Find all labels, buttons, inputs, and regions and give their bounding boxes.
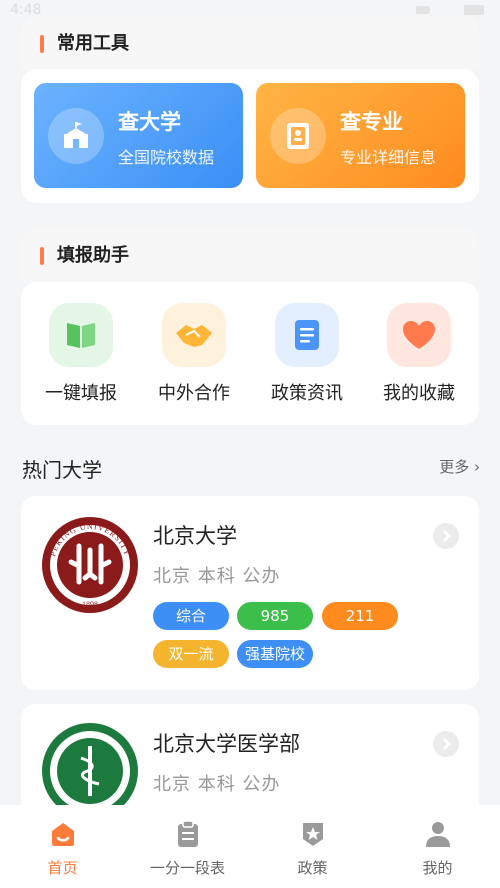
tag-badge: 双一流 [153, 640, 229, 668]
bottom-tab-bar: 首页 一分一段表 政策 我的 [0, 805, 500, 888]
tab-policy[interactable]: 政策 [250, 805, 375, 888]
tab-label: 我的 [422, 859, 453, 877]
peking-university-logo: PEKING UNIVERSITY 1898 [41, 516, 139, 614]
book-open-icon [49, 303, 113, 367]
document-icon [275, 303, 339, 367]
section-accent-bar [40, 35, 44, 53]
assistant-header: 填报助手 [21, 228, 479, 282]
school-icon [48, 108, 104, 164]
home-icon [52, 823, 74, 846]
tab-label: 政策 [297, 859, 328, 877]
status-icons [416, 5, 484, 15]
tab-home[interactable]: 首页 [0, 805, 125, 888]
tag-badge: 强基院校 [237, 640, 313, 668]
tool-subtitle: 专业详细信息 [340, 148, 437, 167]
book-icon [270, 108, 326, 164]
assist-label: 我的收藏 [383, 383, 455, 404]
policy-news-button[interactable]: 政策资讯 [252, 303, 362, 413]
assistant-title: 填报助手 [57, 245, 129, 266]
tab-label: 首页 [47, 859, 78, 877]
university-name: 北京大学 [153, 524, 237, 548]
assist-label: 中外合作 [158, 383, 230, 404]
tag-badge: 985 [237, 602, 313, 630]
hot-universities-title: 热门大学 [22, 458, 102, 482]
heart-icon [387, 303, 451, 367]
handshake-icon [162, 303, 226, 367]
tag-badge: 综合 [153, 602, 229, 630]
university-name: 北京大学医学部 [153, 732, 300, 756]
clipboard-icon [178, 820, 198, 847]
section-accent-bar [40, 247, 44, 265]
tag-badge: 211 [322, 602, 398, 630]
chevron-right-icon[interactable] [433, 523, 459, 549]
more-link[interactable]: 更多 › [439, 456, 480, 477]
find-major-button[interactable]: 查专业 专业详细信息 [256, 83, 465, 188]
tab-mine[interactable]: 我的 [375, 805, 500, 888]
find-university-button[interactable]: 查大学 全国院校数据 [34, 83, 243, 188]
tool-title: 查大学 [118, 110, 181, 134]
one-click-fill-button[interactable]: 一键填报 [26, 303, 136, 413]
assist-label: 政策资讯 [271, 383, 343, 404]
chevron-right-icon[interactable] [433, 731, 459, 757]
badge-star-icon [303, 823, 323, 846]
tools-title: 常用工具 [57, 33, 129, 54]
logo-year: 1898 [82, 600, 98, 609]
user-icon [426, 822, 450, 847]
tool-title: 查专业 [340, 110, 403, 134]
tools-header: 常用工具 [21, 16, 479, 70]
university-meta: 北京 本科 公办 [153, 566, 281, 587]
assist-label: 一键填报 [45, 383, 117, 404]
sino-foreign-button[interactable]: 中外合作 [139, 303, 249, 413]
university-card[interactable]: PEKING UNIVERSITY 1898 北京大学 北京 本科 公办 综合 … [21, 496, 479, 690]
tool-subtitle: 全国院校数据 [118, 148, 215, 167]
university-meta: 北京 本科 公办 [153, 774, 281, 795]
tab-label: 一分一段表 [149, 859, 225, 877]
tab-score-table[interactable]: 一分一段表 [125, 805, 250, 888]
my-favorites-button[interactable]: 我的收藏 [364, 303, 474, 413]
